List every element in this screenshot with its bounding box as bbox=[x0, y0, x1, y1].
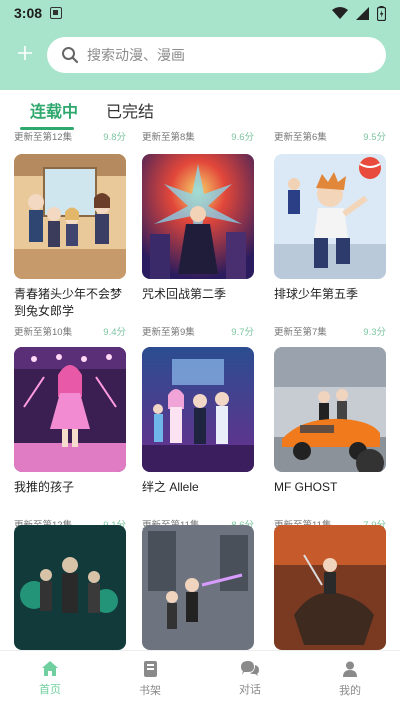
chat-icon bbox=[241, 661, 259, 676]
episode-count: 更新至第10集 bbox=[14, 327, 73, 338]
anime-title: 绊之 Allele bbox=[142, 480, 199, 494]
anime-cover[interactable] bbox=[142, 154, 254, 279]
episode-count: 更新至第8集 bbox=[142, 132, 195, 143]
tab-completed[interactable]: 已完结 bbox=[106, 98, 154, 122]
nav-profile[interactable]: 我的 bbox=[300, 651, 400, 712]
search-bar[interactable] bbox=[47, 37, 386, 73]
anime-card[interactable] bbox=[274, 525, 386, 650]
profile-icon bbox=[343, 661, 357, 677]
score: 9.7分 bbox=[231, 327, 254, 338]
anime-card[interactable] bbox=[14, 525, 126, 650]
score: 9.8分 bbox=[103, 132, 126, 143]
nav-chat[interactable]: 对话 bbox=[200, 651, 300, 712]
partial-item[interactable]: 更新至第12集 9.8分 bbox=[14, 129, 126, 143]
anime-card[interactable]: 青春猪头少年不会梦到兔女郎学 更新至第10集 9.4分 bbox=[14, 154, 126, 338]
episode-count: 更新至第6集 bbox=[274, 132, 327, 143]
episode-count: 更新至第7集 bbox=[274, 327, 327, 338]
bottom-nav: 首页 书架 对话 我的 bbox=[0, 650, 400, 712]
active-tab-indicator bbox=[20, 127, 74, 130]
nav-home[interactable]: 首页 bbox=[0, 651, 100, 712]
anime-cover[interactable] bbox=[14, 154, 126, 279]
anime-grid: 更新至第12集 9.8分 更新至第8集 9.6分 更新至第6集 9.5分 青春猪 bbox=[0, 120, 400, 650]
status-bar: 3:08 bbox=[0, 0, 400, 26]
anime-cover[interactable] bbox=[142, 525, 254, 650]
anime-title: 青春猪头少年不会梦到兔女郎学 bbox=[14, 287, 123, 318]
episode-count: 更新至第9集 bbox=[142, 327, 195, 338]
nav-bookshelf[interactable]: 书架 bbox=[100, 651, 200, 712]
nav-label: 首页 bbox=[39, 684, 61, 696]
nav-label: 我的 bbox=[339, 685, 361, 697]
status-tabs: 连载中 已完结 bbox=[0, 90, 400, 130]
home-icon bbox=[42, 661, 58, 676]
search-icon bbox=[62, 47, 79, 64]
sparkle-button[interactable] bbox=[14, 42, 36, 64]
plus-icon bbox=[18, 46, 32, 60]
notification-icon bbox=[50, 7, 63, 19]
nav-label: 书架 bbox=[139, 685, 161, 697]
anime-card[interactable]: MF GHOST 更新至第11集 7.9分 bbox=[274, 347, 386, 531]
wifi-icon bbox=[332, 7, 348, 19]
tab-ongoing[interactable]: 连载中 bbox=[30, 98, 78, 122]
search-input[interactable] bbox=[87, 47, 347, 63]
partial-item[interactable]: 更新至第8集 9.6分 bbox=[142, 129, 254, 143]
episode-count: 更新至第12集 bbox=[14, 132, 73, 143]
anime-cover[interactable] bbox=[274, 525, 386, 650]
anime-cover[interactable] bbox=[274, 347, 386, 472]
battery-icon bbox=[377, 5, 386, 21]
anime-card[interactable]: 咒术回战第二季 更新至第9集 9.7分 bbox=[142, 154, 254, 338]
anime-title: MF GHOST bbox=[274, 480, 338, 494]
anime-cover[interactable] bbox=[274, 154, 386, 279]
anime-title: 我推的孩子 bbox=[14, 480, 75, 494]
anime-card[interactable]: 排球少年第五季 更新至第7集 9.3分 bbox=[274, 154, 386, 338]
anime-cover[interactable] bbox=[142, 347, 254, 472]
score: 9.5分 bbox=[363, 132, 386, 143]
partial-item[interactable]: 更新至第6集 9.5分 bbox=[274, 129, 386, 143]
bookshelf-icon bbox=[143, 661, 157, 677]
score: 9.6分 bbox=[231, 132, 254, 143]
anime-cover[interactable] bbox=[14, 347, 126, 472]
score: 9.4分 bbox=[103, 327, 126, 338]
anime-title: 排球少年第五季 bbox=[274, 287, 359, 301]
score: 9.3分 bbox=[363, 327, 386, 338]
signal-icon bbox=[356, 6, 369, 20]
anime-card[interactable] bbox=[142, 525, 254, 650]
nav-label: 对话 bbox=[239, 684, 261, 696]
anime-card[interactable]: 我推的孩子 更新至第12集 9.1分 bbox=[14, 347, 126, 531]
app-header: 3:08 bbox=[0, 0, 400, 90]
anime-cover[interactable] bbox=[14, 525, 126, 650]
anime-title: 咒术回战第二季 bbox=[142, 287, 227, 301]
status-time: 3:08 bbox=[14, 5, 43, 21]
anime-card[interactable]: 绊之 Allele 更新至第11集 8.6分 bbox=[142, 347, 254, 531]
